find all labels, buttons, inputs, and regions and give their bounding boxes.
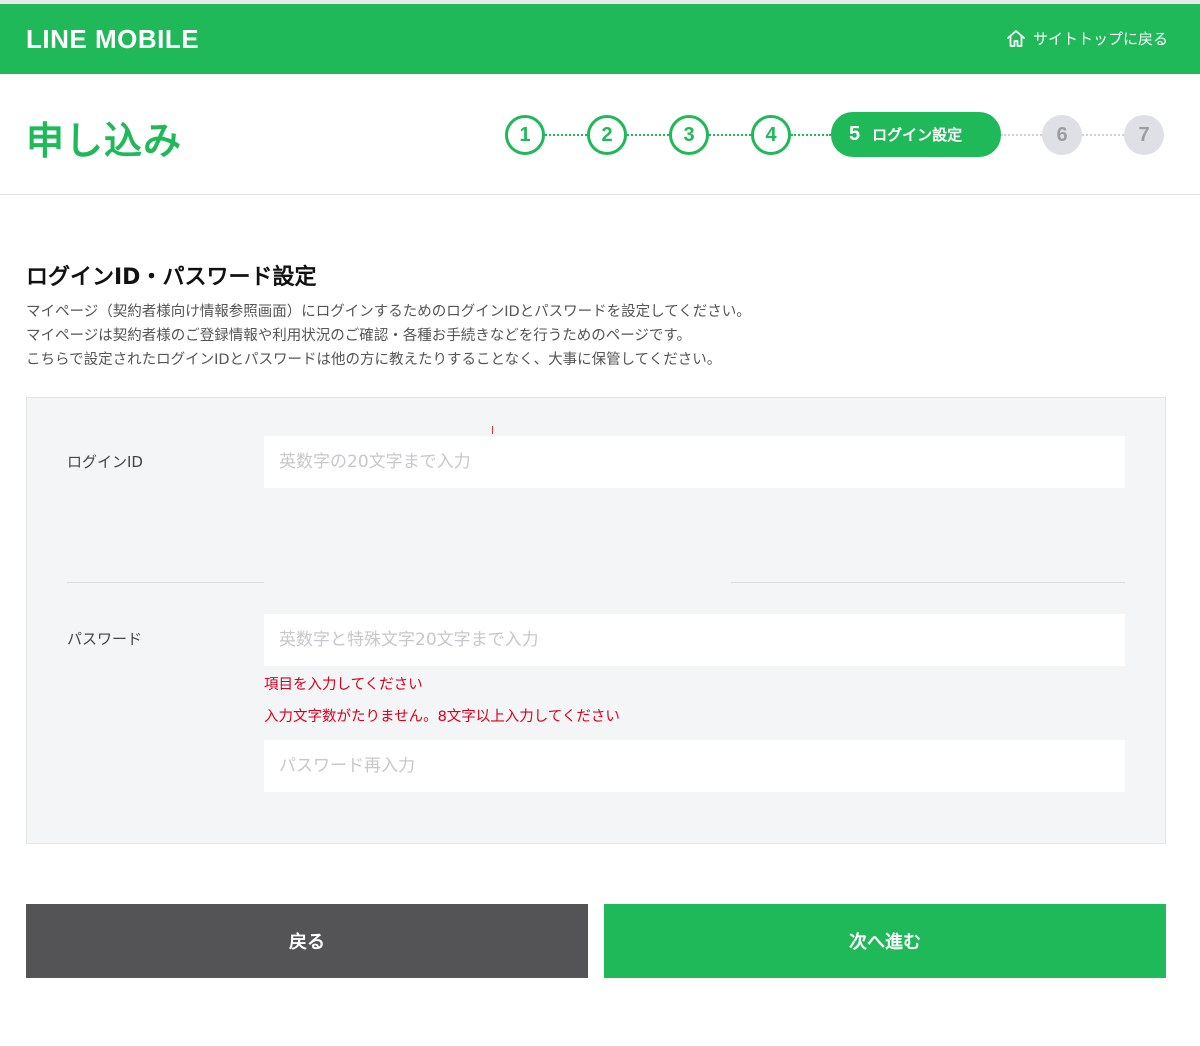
site-header: LINE MOBILE サイトトップに戻る	[0, 4, 1200, 74]
back-to-site-top-link[interactable]: サイトトップに戻る	[1006, 28, 1168, 49]
step-6: 6	[1042, 115, 1082, 155]
step-5-label: ログイン設定	[872, 126, 963, 144]
back-to-site-top-label: サイトトップに戻る	[1032, 30, 1168, 48]
login-id-input[interactable]	[264, 436, 1125, 488]
section-description: マイページ（契約者様向け情報参照画面）にログインするためのログインIDとパスワー…	[26, 300, 751, 372]
step-5-number: 5	[849, 123, 861, 145]
home-icon	[1007, 30, 1025, 47]
step-5-current: 5 ログイン設定	[831, 112, 1001, 157]
step-1: 1	[505, 115, 545, 155]
login-form: ログインID パスワード 項目を入力してください 入力文字数がたりません。8文字…	[26, 397, 1166, 844]
description-line: マイページ（契約者様向け情報参照画面）にログインするためのログインIDとパスワー…	[26, 304, 751, 320]
password-error-length: 入力文字数がたりません。8文字以上入力してください	[264, 709, 620, 725]
line-mobile-logo[interactable]: LINE MOBILE	[26, 24, 199, 55]
form-divider	[67, 582, 264, 583]
step-3: 3	[669, 115, 709, 155]
progress-steps: 1 2 3 4 5 ログイン設定 6 7	[0, 74, 1200, 195]
step-7: 7	[1124, 115, 1164, 155]
password-error-required: 項目を入力してください	[264, 677, 423, 693]
password-confirm-input[interactable]	[264, 740, 1125, 792]
description-line: こちらで設定されたログインIDとパスワードは他の方に教えたりすることなく、大事に…	[26, 352, 722, 368]
step-connector	[791, 134, 831, 136]
login-id-label: ログインID	[67, 453, 143, 471]
section-title: ログインID・パスワード設定	[26, 265, 317, 290]
step-connector	[545, 134, 587, 136]
description-line: マイページは契約者様のご登録情報や利用状況のご確認・各種お手続きなどを行うための…	[26, 328, 691, 344]
title-bar: 申し込み 1 2 3 4 5 ログイン設定 6 7	[0, 74, 1200, 195]
back-button[interactable]: 戻る	[26, 904, 588, 978]
input-caret-mark	[492, 426, 493, 434]
form-divider	[731, 582, 1125, 583]
step-4: 4	[751, 115, 791, 155]
password-label: パスワード	[67, 630, 143, 648]
step-2: 2	[587, 115, 627, 155]
step-connector	[709, 134, 751, 136]
step-connector	[1001, 134, 1042, 136]
step-connector	[1082, 134, 1124, 136]
step-connector	[627, 134, 669, 136]
password-input[interactable]	[264, 614, 1125, 666]
next-button[interactable]: 次へ進む	[604, 904, 1166, 978]
